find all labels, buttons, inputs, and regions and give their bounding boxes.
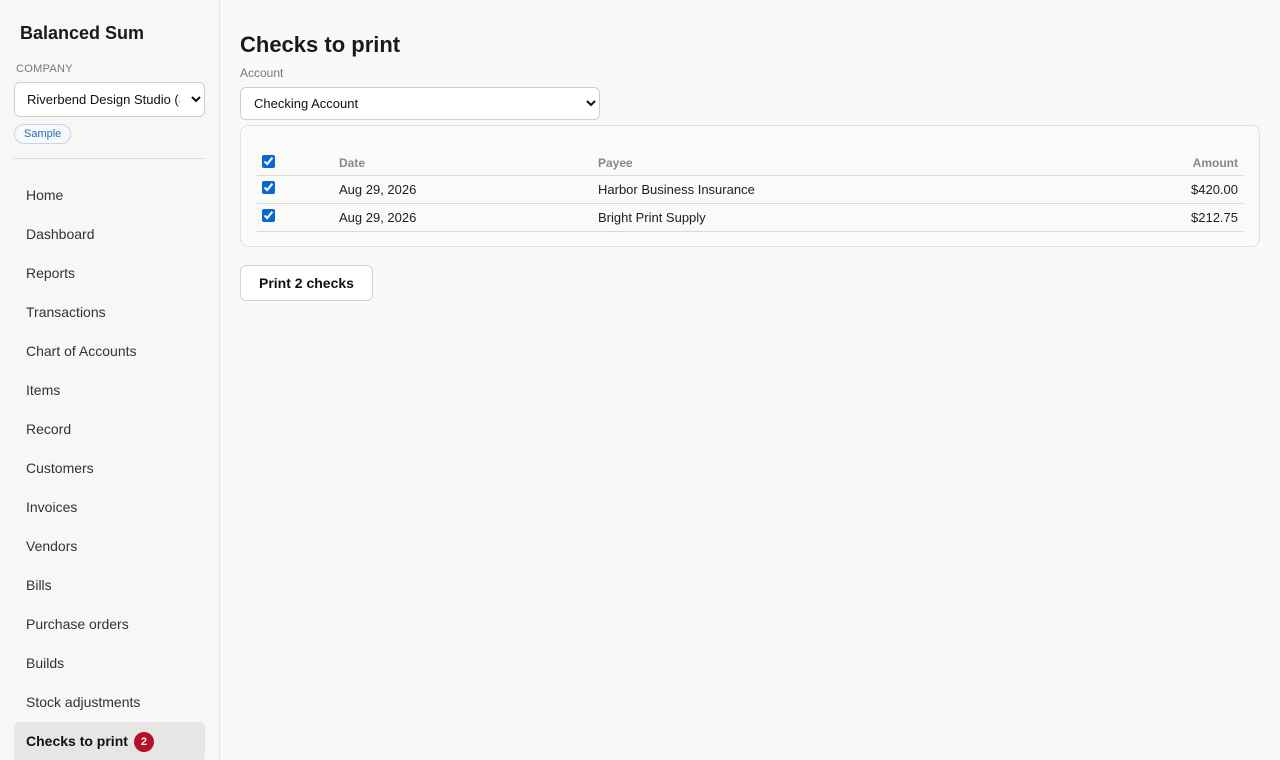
sidebar-item-label: Purchase orders — [26, 616, 129, 632]
app-title: Balanced Sum — [20, 23, 145, 43]
sidebar-item-label: Invoices — [26, 499, 78, 515]
sidebar-item-label: Checks to print — [26, 733, 128, 749]
checks-table: Date Payee Amount Aug 29, 2026 Harbor Bu… — [257, 142, 1243, 232]
row-amount: $420.00 — [1081, 175, 1243, 204]
sample-badge: Sample — [14, 124, 72, 144]
company-label: COMPANY — [16, 63, 73, 75]
row-amount: $212.75 — [1081, 203, 1243, 232]
sidebar-item-home[interactable]: Home — [14, 176, 205, 215]
sidebar-item-vendors[interactable]: Vendors — [14, 527, 205, 566]
account-select[interactable]: Checking Account — [240, 87, 600, 120]
row-date: Aug 29, 2026 — [338, 203, 597, 232]
table-row[interactable]: Aug 29, 2026 Bright Print Supply $212.75 — [257, 203, 1243, 232]
sidebar-item-checks-to-print[interactable]: Checks to print 2 — [14, 722, 205, 760]
sidebar-item-purchase-orders[interactable]: Purchase orders — [14, 605, 205, 644]
sidebar-item-items[interactable]: Items — [14, 371, 205, 410]
row-checkbox[interactable] — [262, 209, 275, 222]
company-select[interactable]: Riverbend Design Studio (Sample) — [14, 82, 205, 117]
row-check-cell — [257, 203, 338, 232]
sidebar-item-record[interactable]: Record — [14, 410, 205, 449]
sidebar-item-label: Customers — [26, 460, 94, 476]
account-label: Account — [240, 66, 284, 80]
sidebar-item-label: Dashboard — [26, 226, 95, 242]
sidebar-item-customers[interactable]: Customers — [14, 449, 205, 488]
checks-count-badge: 2 — [133, 732, 154, 752]
sidebar-nav: Home Dashboard Reports Transactions Char… — [14, 176, 205, 760]
sidebar-divider — [14, 158, 205, 159]
sidebar-item-transactions[interactable]: Transactions — [14, 293, 205, 332]
print-checks-button[interactable]: Print 2 checks — [240, 265, 373, 301]
select-all-checkbox[interactable] — [262, 154, 275, 168]
row-payee: Bright Print Supply — [597, 203, 1082, 232]
sidebar-item-builds[interactable]: Builds — [14, 644, 205, 683]
column-header-date[interactable]: Date — [338, 142, 597, 176]
sidebar-item-label: Items — [26, 382, 61, 398]
sidebar-item-chart-of-accounts[interactable]: Chart of Accounts — [14, 332, 205, 371]
sidebar-item-label: Bills — [26, 577, 52, 593]
column-header-payee[interactable]: Payee — [597, 142, 1082, 176]
app-root: Balanced Sum COMPANY Riverbend Design St… — [0, 0, 1280, 760]
sidebar-item-dashboard[interactable]: Dashboard — [14, 215, 205, 254]
sidebar-item-label: Reports — [26, 265, 76, 281]
row-checkbox[interactable] — [262, 181, 275, 194]
sidebar-item-label: Chart of Accounts — [26, 343, 137, 359]
sidebar-item-label: Stock adjustments — [26, 694, 141, 710]
row-payee: Harbor Business Insurance — [597, 175, 1082, 204]
sidebar-item-label: Vendors — [26, 538, 78, 554]
table-header-row: Date Payee Amount — [257, 142, 1243, 176]
sidebar: Balanced Sum COMPANY Riverbend Design St… — [0, 0, 220, 760]
table-row[interactable]: Aug 29, 2026 Harbor Business Insurance $… — [257, 175, 1243, 204]
page-title: Checks to print — [240, 32, 401, 57]
column-header-amount[interactable]: Amount — [1081, 142, 1243, 176]
sidebar-item-reports[interactable]: Reports — [14, 254, 205, 293]
sidebar-item-bills[interactable]: Bills — [14, 566, 205, 605]
sidebar-item-label: Transactions — [26, 304, 106, 320]
checks-card: Date Payee Amount Aug 29, 2026 Harbor Bu… — [240, 125, 1260, 247]
row-check-cell — [257, 175, 338, 204]
sidebar-item-invoices[interactable]: Invoices — [14, 488, 205, 527]
sidebar-item-label: Home — [26, 187, 64, 203]
sidebar-item-stock-adjustments[interactable]: Stock adjustments — [14, 683, 205, 722]
select-all-cell — [257, 142, 338, 176]
sidebar-item-label: Record — [26, 421, 72, 437]
sidebar-item-label: Builds — [26, 655, 65, 671]
main-content: Checks to print Account Checking Account… — [220, 0, 1280, 760]
row-date: Aug 29, 2026 — [338, 175, 597, 204]
